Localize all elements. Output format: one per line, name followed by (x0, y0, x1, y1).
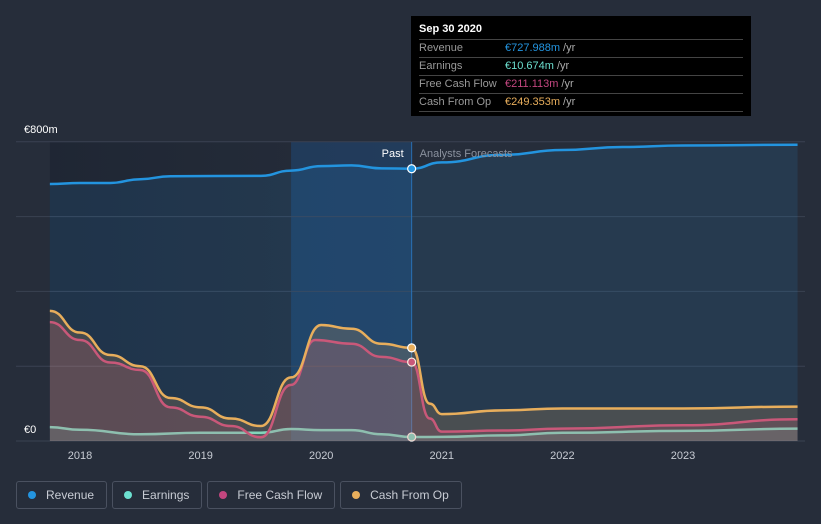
marker-point (407, 343, 417, 353)
tooltip-label: Earnings (419, 60, 463, 72)
legend-label: Cash From Op (370, 488, 449, 502)
legend-label: Earnings (142, 488, 190, 502)
chart-container: €800m €0 2018 2019 2020 2021 2022 2023 Past Analy… (0, 0, 821, 524)
tooltip-value: €249.353m (505, 96, 561, 108)
tooltip: Sep 30 2020 Revenue €727.988m/yr Earnings €… (411, 16, 751, 116)
x-tick-label: 2020 (309, 450, 333, 462)
tooltip-label: Free Cash Flow (419, 78, 497, 90)
legend: Revenue Earnings Free Cash Flow Cash From O… (16, 481, 462, 509)
legend-label: Free Cash Flow (237, 488, 323, 502)
tooltip-label: Cash From Op (419, 96, 492, 108)
tooltip-value: €10.674m (505, 60, 554, 72)
legend-item-earnings[interactable]: Earnings (112, 481, 203, 509)
tooltip-label: Revenue (419, 42, 464, 54)
marker-point (407, 164, 417, 174)
tooltip-unit: /yr (556, 60, 570, 72)
y-tick-label: €800m (24, 124, 58, 136)
x-tick-label: 2021 (430, 450, 454, 462)
tooltip-unit: /yr (563, 96, 576, 108)
tooltip-unit: /yr (563, 42, 576, 54)
tooltip-row: Revenue €727.988m/yr (419, 39, 743, 57)
x-tick-label: 2018 (68, 450, 92, 462)
legend-dot-icon (352, 491, 361, 499)
forecast-label: Analysts Forecasts (420, 148, 513, 160)
legend-item-revenue[interactable]: Revenue (16, 481, 108, 509)
past-label: Past (382, 148, 404, 160)
tooltip-row: Cash From Op €249.353m/yr (419, 93, 743, 112)
tooltip-row: Free Cash Flow €211.113m/yr (419, 75, 743, 93)
x-tick-label: 2022 (550, 450, 574, 462)
tooltip-unit: /yr (561, 78, 574, 90)
tooltip-title: Sep 30 2020 (419, 23, 482, 35)
x-tick-label: 2023 (671, 450, 695, 462)
legend-item-free-cash-flow[interactable]: Free Cash Flow (207, 481, 336, 509)
legend-dot-icon (124, 491, 133, 499)
legend-item-cash-from-op[interactable]: Cash From Op (340, 481, 462, 509)
tooltip-value: €727.988m (505, 42, 561, 54)
legend-dot-icon (28, 491, 36, 499)
x-tick-label: 2019 (188, 450, 212, 462)
legend-dot-icon (219, 491, 228, 499)
legend-label: Revenue (46, 488, 95, 502)
y-tick-label: €0 (24, 424, 36, 436)
tooltip-row: Earnings €10.674m/yr (419, 57, 743, 75)
tooltip-value: €211.113m (505, 78, 559, 90)
